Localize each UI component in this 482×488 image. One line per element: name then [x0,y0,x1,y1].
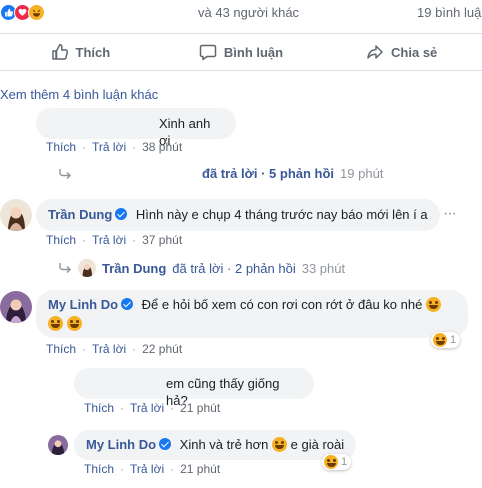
comment-author[interactable]: My Linh Do [48,297,118,312]
reaction-icons[interactable] [0,2,45,22]
reply-author: Trần Dung [102,260,167,276]
reply-summary[interactable]: đã trả lời · 5 phản hồi 19 phút [58,166,383,181]
comment-like-link[interactable]: Thích [46,342,76,356]
comment-time[interactable]: 22 phút [142,342,182,356]
reply-time[interactable]: 21 phút [180,401,220,415]
comment-time[interactable]: 38 phút [142,140,182,154]
reply-reply-link[interactable]: Trả lời [130,462,164,476]
reply-bubble: em cũng thấy giống hả? [74,368,314,408]
reply-time[interactable]: 21 phút [180,462,220,476]
comment-reply-link[interactable]: Trả lời [92,140,126,154]
comment-text: Hình này e chụp 4 tháng trước nay báo mớ… [135,207,428,222]
avatar [78,259,96,277]
comment-like-link[interactable]: Thích [46,233,76,247]
grinning-emoji-icon [66,316,82,331]
reply-bubble: My Linh Do Xinh và trẻ hơn e già roài [74,430,357,460]
comment-button-label: Bình luận [223,44,284,60]
comment-meta: Thích · Trả lời · 38 phút [46,140,183,154]
verified-badge-icon [121,298,134,310]
reaction-count: 1 [450,334,457,346]
more-options-icon[interactable]: ··· [443,205,457,223]
like-button[interactable]: Thích [0,34,161,70]
reaction-count: 1 [341,456,348,468]
reply-text: Xinh và trẻ hơn [179,437,269,452]
comment-author[interactable]: Trần Dung [48,207,112,222]
comment-meta: Thích · Trả lời · 22 phút [46,342,183,356]
avatar[interactable] [48,435,68,455]
verified-badge-icon [115,208,128,220]
grinning-emoji-icon [48,316,63,331]
verified-badge-icon [159,438,172,450]
reply-author[interactable]: My Linh Do [86,437,156,452]
view-more-comments-link[interactable]: Xem thêm 4 bình luận khác [0,87,158,102]
comment-reply-link[interactable]: Trả lời [92,342,126,356]
grinning-emoji-icon [425,297,441,312]
reply-reply-link[interactable]: Trả lời [130,401,164,415]
haha-reaction-icon [28,3,45,21]
reaction-count-badge[interactable]: 1 [431,332,461,348]
comment-meta: Thích · Trả lời · 37 phút [46,233,183,247]
like-button-label: Thích [75,44,111,60]
reply-arrow-icon [59,263,71,273]
comment-text: Để e hỏi bố xem có con rơi con rớt ở đâu… [141,297,423,312]
comment-bubble: My Linh Do Để e hỏi bố xem có con rơi co… [36,290,468,338]
like-icon [51,43,68,60]
reply-summary[interactable]: Trần Dung đã trả lời · 2 phản hồi 33 phú… [58,259,345,277]
share-button[interactable]: Chia sẻ [321,34,482,70]
reply-like-link[interactable]: Thích [84,401,114,415]
comment-bubble: Xinh anh ơi [36,108,236,148]
comments-count[interactable]: 19 bình luận [417,5,482,20]
reply-summary-text: đã trả lời · 5 phản hồi [202,166,335,181]
reply-meta: Thích · Trả lời · 21 phút [84,462,221,476]
reply-summary-time: 19 phút [340,166,384,181]
post-action-bar: Thích Bình luận Chia sẻ [0,33,482,71]
haha-reaction-icon [324,455,338,469]
comment-time[interactable]: 37 phút [142,233,182,247]
avatar[interactable] [0,291,32,323]
reaction-others-text[interactable]: và 43 người khác [198,5,299,20]
haha-reaction-icon [433,333,447,347]
reply-arrow-icon [59,168,71,179]
reply-summary-time: 33 phút [301,260,346,276]
reaction-count-badge[interactable]: 1 [322,454,352,470]
reply-text-2: e già roài [290,437,345,452]
share-button-label: Chia sẻ [391,44,438,60]
comment-reply-link[interactable]: Trả lời [92,233,126,247]
reply-meta: Thích · Trả lời · 21 phút [84,401,221,415]
share-icon [367,45,383,59]
rofl-emoji-icon [272,437,288,452]
comment-button[interactable]: Bình luận [161,34,322,70]
reply-summary-text: đã trả lời · 2 phản hồi [172,260,296,276]
comment-like-link[interactable]: Thích [46,140,76,154]
reply-like-link[interactable]: Thích [84,462,114,476]
avatar[interactable] [0,199,32,231]
comment-icon [199,44,217,61]
comment-bubble: Trần Dung Hình này e chụp 4 tháng trước … [36,199,440,231]
